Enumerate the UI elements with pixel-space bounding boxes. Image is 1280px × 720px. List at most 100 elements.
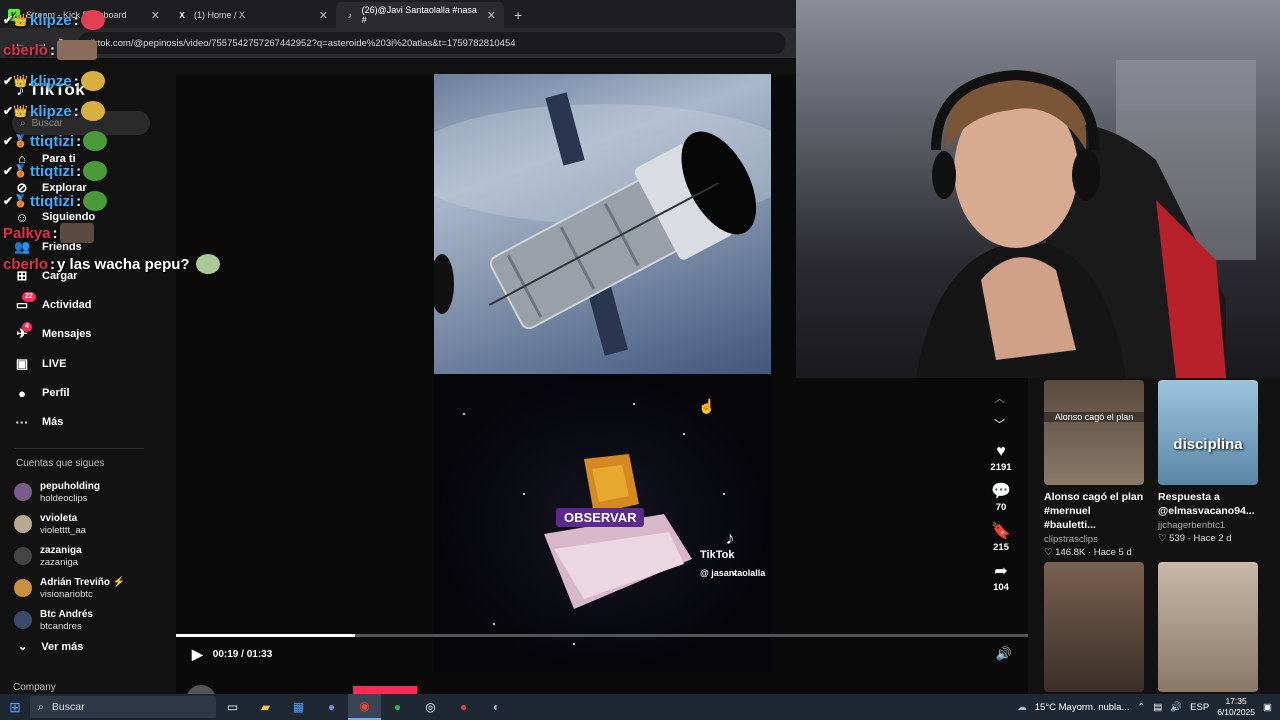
heart-icon: ♥ [996,443,1006,460]
language-indicator[interactable]: ESP [1190,702,1209,713]
notification-icon[interactable]: ▣ [1263,702,1272,713]
play-icon[interactable]: ▶ [192,646,203,663]
friends-icon: 👥 [14,238,31,254]
video-author-row[interactable]: pepinosis [186,685,280,694]
related-video-card[interactable]: Alonso cagó el plan Alonso cagó el plan … [1044,380,1144,558]
chrome-icon[interactable]: ◉ [348,694,381,720]
tab-tiktok-video[interactable]: ♪ (26)@Javi Santaolalla #nasa # ✕ [336,2,504,28]
tiktok-note-icon: ♪ [725,528,735,548]
search-input[interactable]: ⌕ Buscar [12,111,150,135]
playback-controls: ▶ 00:19 / 01:33 [192,646,272,663]
video-caption-overlay: OBSERVAR [556,508,645,527]
activity-badge: 22 [22,292,36,303]
followed-account[interactable]: Adrián Treviño ⚡ visionariobtc [14,572,125,604]
tiktok-note-icon: ♪ [16,80,25,99]
weather-text[interactable]: 15°C Mayorm. nubla... [1035,702,1130,713]
tiktok-logo[interactable]: ♪ TikTok [16,80,85,100]
video-frame[interactable]: OBSERVAR ♪ TikTok @ jasantaolalla [434,74,771,672]
sidebar-item-actividad[interactable]: ▭ 22 Actividad [14,290,95,319]
spotify-icon[interactable]: ● [381,694,414,720]
steam-icon[interactable]: ◐ [480,694,513,720]
compass-icon: ⊘ [16,179,28,195]
app-icon[interactable]: ● [447,694,480,720]
search-icon: ⌕ [38,700,44,713]
sidebar-item-perfil[interactable]: ● Perfil [14,378,95,407]
follow-button[interactable] [353,686,417,694]
sidebar-item-mensajes[interactable]: ✈ 4 Mensajes [14,320,95,349]
hubble-telescope-image [434,74,771,374]
browser-tab-bar: K Stream - Kick Dashboard ✕ X (1) Home /… [0,0,796,28]
telescope-illustration [434,92,771,356]
bookmark-button[interactable]: 🔖 215 [982,522,1020,553]
windows-start-icon[interactable]: ⊞ [0,694,30,720]
sidebar-item-explorar[interactable]: ⊘ Explorar [14,173,95,202]
sidebar-item-cargar[interactable]: ⊞ Cargar [14,261,95,290]
comment-button[interactable]: 💬 70 [982,482,1020,513]
sidebar: ♪ TikTok ⌕ Buscar ⌂ Para ti ⊘ Explorar ☺ Si… [0,58,176,694]
video-thumbnail: disciplina [1158,380,1258,485]
sidebar-item-siguiendo[interactable]: ☺ Siguiendo [14,203,95,232]
video-thumbnail [1044,562,1144,692]
sidebar-item-live[interactable]: ▣ LIVE [14,349,95,378]
avatar [14,515,32,533]
scroll-down-icon[interactable]: ﹀ [994,416,1005,432]
discord-icon[interactable]: ● [315,694,348,720]
related-video-card[interactable] [1044,562,1144,692]
tab-label: (1) Home / X [194,10,246,20]
chevron-up-icon[interactable]: ⌃ [1137,702,1145,713]
volume-icon[interactable]: 🔊 [1170,702,1182,713]
followed-account[interactable]: vvioleta violetttt_aa [14,508,125,540]
video-title: Alonso cagó el plan #mernuel #bauletti..… [1044,491,1144,531]
video-author: clipstrasclips [1044,534,1098,545]
ver-mas-button[interactable]: ⌄ Ver más [18,640,83,654]
x-icon: X [179,10,185,20]
following-list: pepuholding holdeoclips vvioleta violetttt… [14,476,125,636]
network-icon[interactable]: ▤ [1153,702,1162,713]
sidebar-item-friends[interactable]: 👥 Friends [14,232,95,261]
close-tab-icon[interactable]: ✕ [487,9,496,22]
avatar [14,611,32,629]
new-tab-button[interactable]: + [504,2,532,28]
profile-icon: ● [18,385,26,401]
video-author: jjchagerbenbtc1 [1158,520,1226,531]
avatar [14,483,32,501]
like-button[interactable]: ♥ 2191 [982,442,1020,473]
tab-x-home[interactable]: X (1) Home / X ✕ [168,2,336,28]
followed-account[interactable]: pepuholding holdeoclips [14,476,125,508]
sidebar-item-mas[interactable]: ··· Más [14,408,95,437]
thumbnail-overlay-text: Alonso cagó el plan [1044,412,1144,422]
task-view-icon[interactable]: ▭ [216,694,249,720]
reload-icon[interactable]: ↻ [58,36,68,50]
followed-account[interactable]: Btc Andrés btcandres [14,604,125,636]
watermark-handle: @ jasantaolalla [700,568,766,578]
obs-icon[interactable]: ◎ [414,694,447,720]
tiktok-watermark: ♪ TikTok [700,528,735,561]
system-tray: ☁ 15°C Mayorm. nubla... ⌃ ▤ 🔊 ESP 17:35 6… [1017,694,1280,720]
following-title: Cuentas que sigues [16,458,105,469]
volume-icon[interactable]: 🔊 [996,646,1012,662]
scroll-up-icon[interactable]: ︿ [994,390,1005,406]
video-progress-bar[interactable] [176,634,1028,637]
store-icon[interactable]: ▦ [282,694,315,720]
related-video-card[interactable] [1158,562,1258,692]
back-icon[interactable]: ← [14,36,26,50]
thumbnail-overlay-text: disciplina [1173,436,1243,453]
followed-account[interactable]: zazaniga zazaniga [14,540,125,572]
weather-icon: ☁ [1017,701,1027,713]
file-explorer-icon[interactable]: ▰ [249,694,282,720]
search-icon: ⌕ [20,117,26,129]
related-video-card[interactable]: disciplina Respuesta a @elmasvacano94...… [1158,380,1258,544]
close-tab-icon[interactable]: ✕ [151,9,160,22]
close-tab-icon[interactable]: ✕ [319,9,328,22]
tab-kick-dashboard[interactable]: K Stream - Kick Dashboard ✕ [0,2,168,28]
url-field[interactable]: tiktok.com/@pepinosis/video/755754275726… [78,32,786,54]
forward-icon[interactable]: → [36,36,48,50]
clock[interactable]: 17:35 6/10/2025 [1217,696,1255,718]
windows-taskbar: ⊞ ⌕ Buscar ▭ ▰ ▦ ● ◉ ● ◎ ● ◐ ☁ 15°C Mayor… [0,694,1280,720]
share-button[interactable]: ➦ 104 [982,562,1020,593]
taskbar-search[interactable]: ⌕ Buscar [30,696,216,718]
kick-icon: K [8,9,20,21]
company-link[interactable]: Company [13,682,56,693]
sidebar-menu: ⌂ Para ti ⊘ Explorar ☺ Siguiendo 👥 Friends ⊞… [14,144,95,437]
sidebar-item-para-ti[interactable]: ⌂ Para ti [14,144,95,173]
